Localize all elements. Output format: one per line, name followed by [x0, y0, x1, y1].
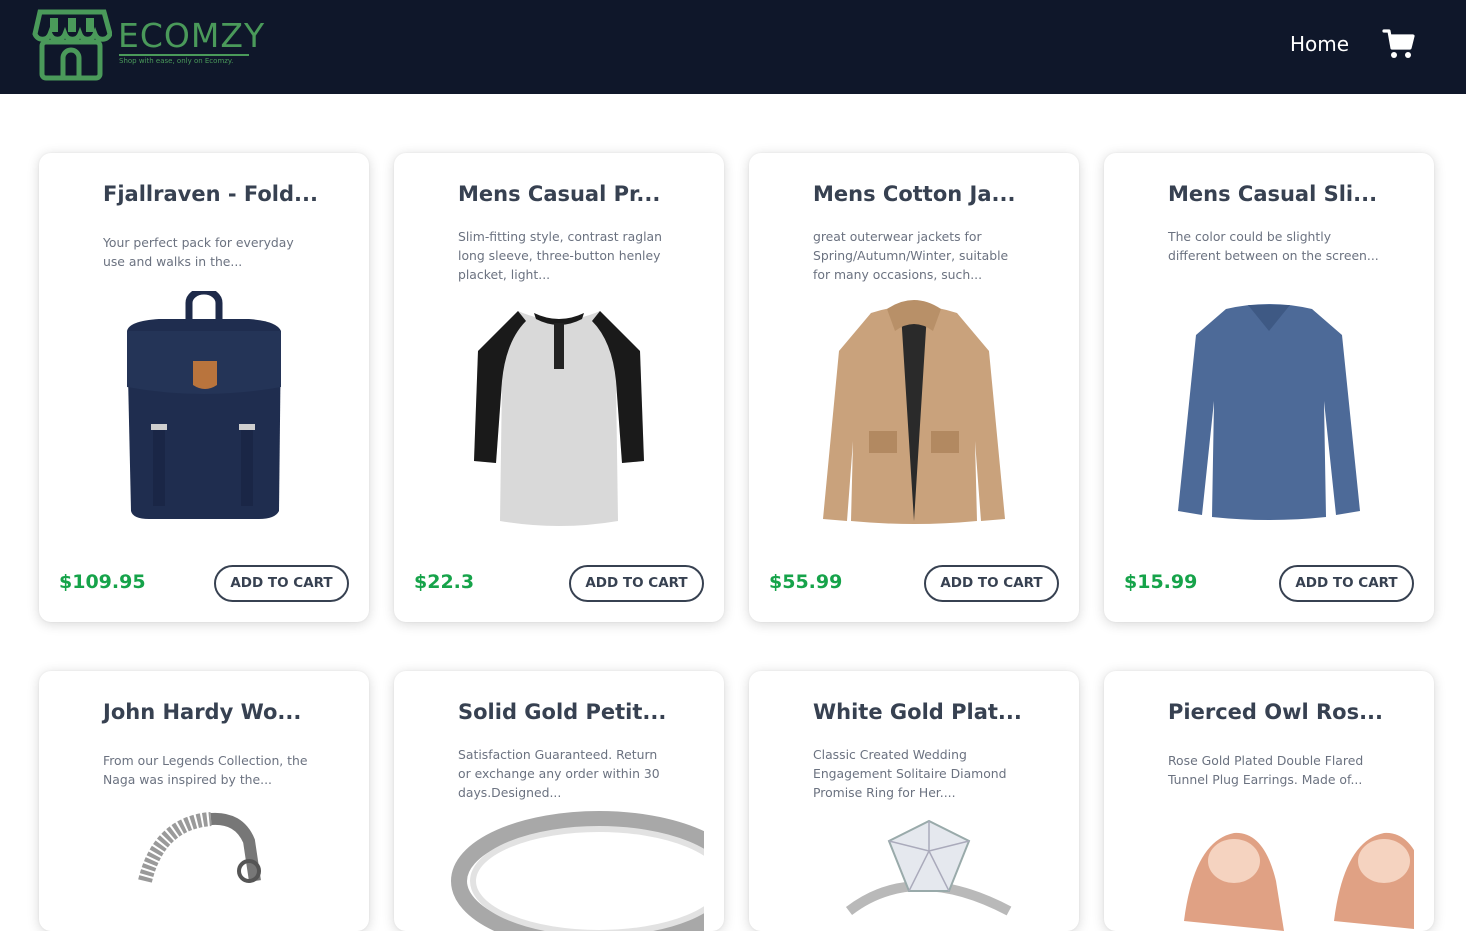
silver-ring-image: [451, 811, 704, 931]
product-card[interactable]: Mens Casual Pr... Slim-fitting style, co…: [394, 153, 724, 622]
product-card[interactable]: Mens Cotton Ja... great outerwear jacket…: [749, 153, 1079, 622]
bracelet-image: [138, 812, 261, 883]
product-card[interactable]: Mens Casual Sli... The color could be sl…: [1104, 153, 1434, 622]
long-sleeve-shirt-image: [1178, 304, 1360, 520]
navbar: ECOMZY Shop with ease, only on Ecomzy. H…: [0, 0, 1466, 94]
add-to-cart-button[interactable]: ADD TO CART: [924, 565, 1059, 602]
product-description: Slim-fitting style, contrast raglan long…: [458, 229, 662, 282]
product-description: Rose Gold Plated Double Flared Tunnel Pl…: [1168, 753, 1364, 787]
product-title: Mens Casual Pr...: [458, 182, 661, 206]
backpack-image: [127, 291, 281, 519]
product-card[interactable]: John Hardy Wo... From our Legends Collec…: [39, 671, 369, 931]
product-title: Fjallraven - Fold...: [103, 182, 318, 206]
logo-underline: [119, 54, 249, 56]
product-price: $55.99: [769, 571, 843, 593]
product-description: Classic Created Wedding Engagement Solit…: [813, 747, 1007, 800]
product-price: $15.99: [1124, 571, 1198, 593]
product-title: Solid Gold Petit...: [458, 700, 667, 724]
product-card[interactable]: White Gold Plat... Classic Created Weddi…: [749, 671, 1079, 931]
product-card[interactable]: Pierced Owl Ros... Rose Gold Plated Doub…: [1104, 671, 1434, 931]
product-description: Satisfaction Guaranteed. Return or excha…: [458, 747, 660, 800]
product-description: The color could be slightly different be…: [1168, 229, 1379, 263]
product-description: Your perfect pack for everyday use and w…: [103, 235, 294, 269]
product-price: $109.95: [59, 571, 146, 593]
diamond-ring-image: [845, 819, 1012, 916]
cart-button[interactable]: [1382, 28, 1416, 60]
add-to-cart-button[interactable]: ADD TO CART: [569, 565, 704, 602]
add-to-cart-button[interactable]: ADD TO CART: [214, 565, 349, 602]
product-title: Mens Cotton Ja...: [813, 182, 1016, 206]
product-title: Pierced Owl Ros...: [1168, 700, 1384, 724]
product-card[interactable]: Fjallraven - Fold... Your perfect pack f…: [39, 153, 369, 622]
ecomzy-logo[interactable]: ECOMZY Shop with ease, only on Ecomzy.: [32, 8, 272, 82]
product-title: Mens Casual Sli...: [1168, 182, 1378, 206]
jacket-image: [823, 300, 1005, 524]
logo-tagline: Shop with ease, only on Ecomzy.: [119, 57, 234, 65]
nav-home-link[interactable]: Home: [1290, 32, 1349, 56]
raglan-shirt-image: [474, 311, 644, 526]
cart-icon: [1382, 29, 1415, 58]
product-title: John Hardy Wo...: [103, 700, 302, 724]
product-price: $22.3: [414, 571, 475, 593]
product-title: White Gold Plat...: [813, 700, 1022, 724]
logo-text: ECOMZY: [118, 16, 266, 55]
rose-gold-plugs-image: [1184, 832, 1414, 931]
product-card[interactable]: Solid Gold Petit... Satisfaction Guarant…: [394, 671, 724, 931]
add-to-cart-button[interactable]: ADD TO CART: [1279, 565, 1414, 602]
store-icon: [32, 9, 112, 81]
product-description: great outerwear jackets for Spring/Autum…: [813, 229, 1009, 282]
product-description: From our Legends Collection, the Naga wa…: [103, 753, 308, 787]
